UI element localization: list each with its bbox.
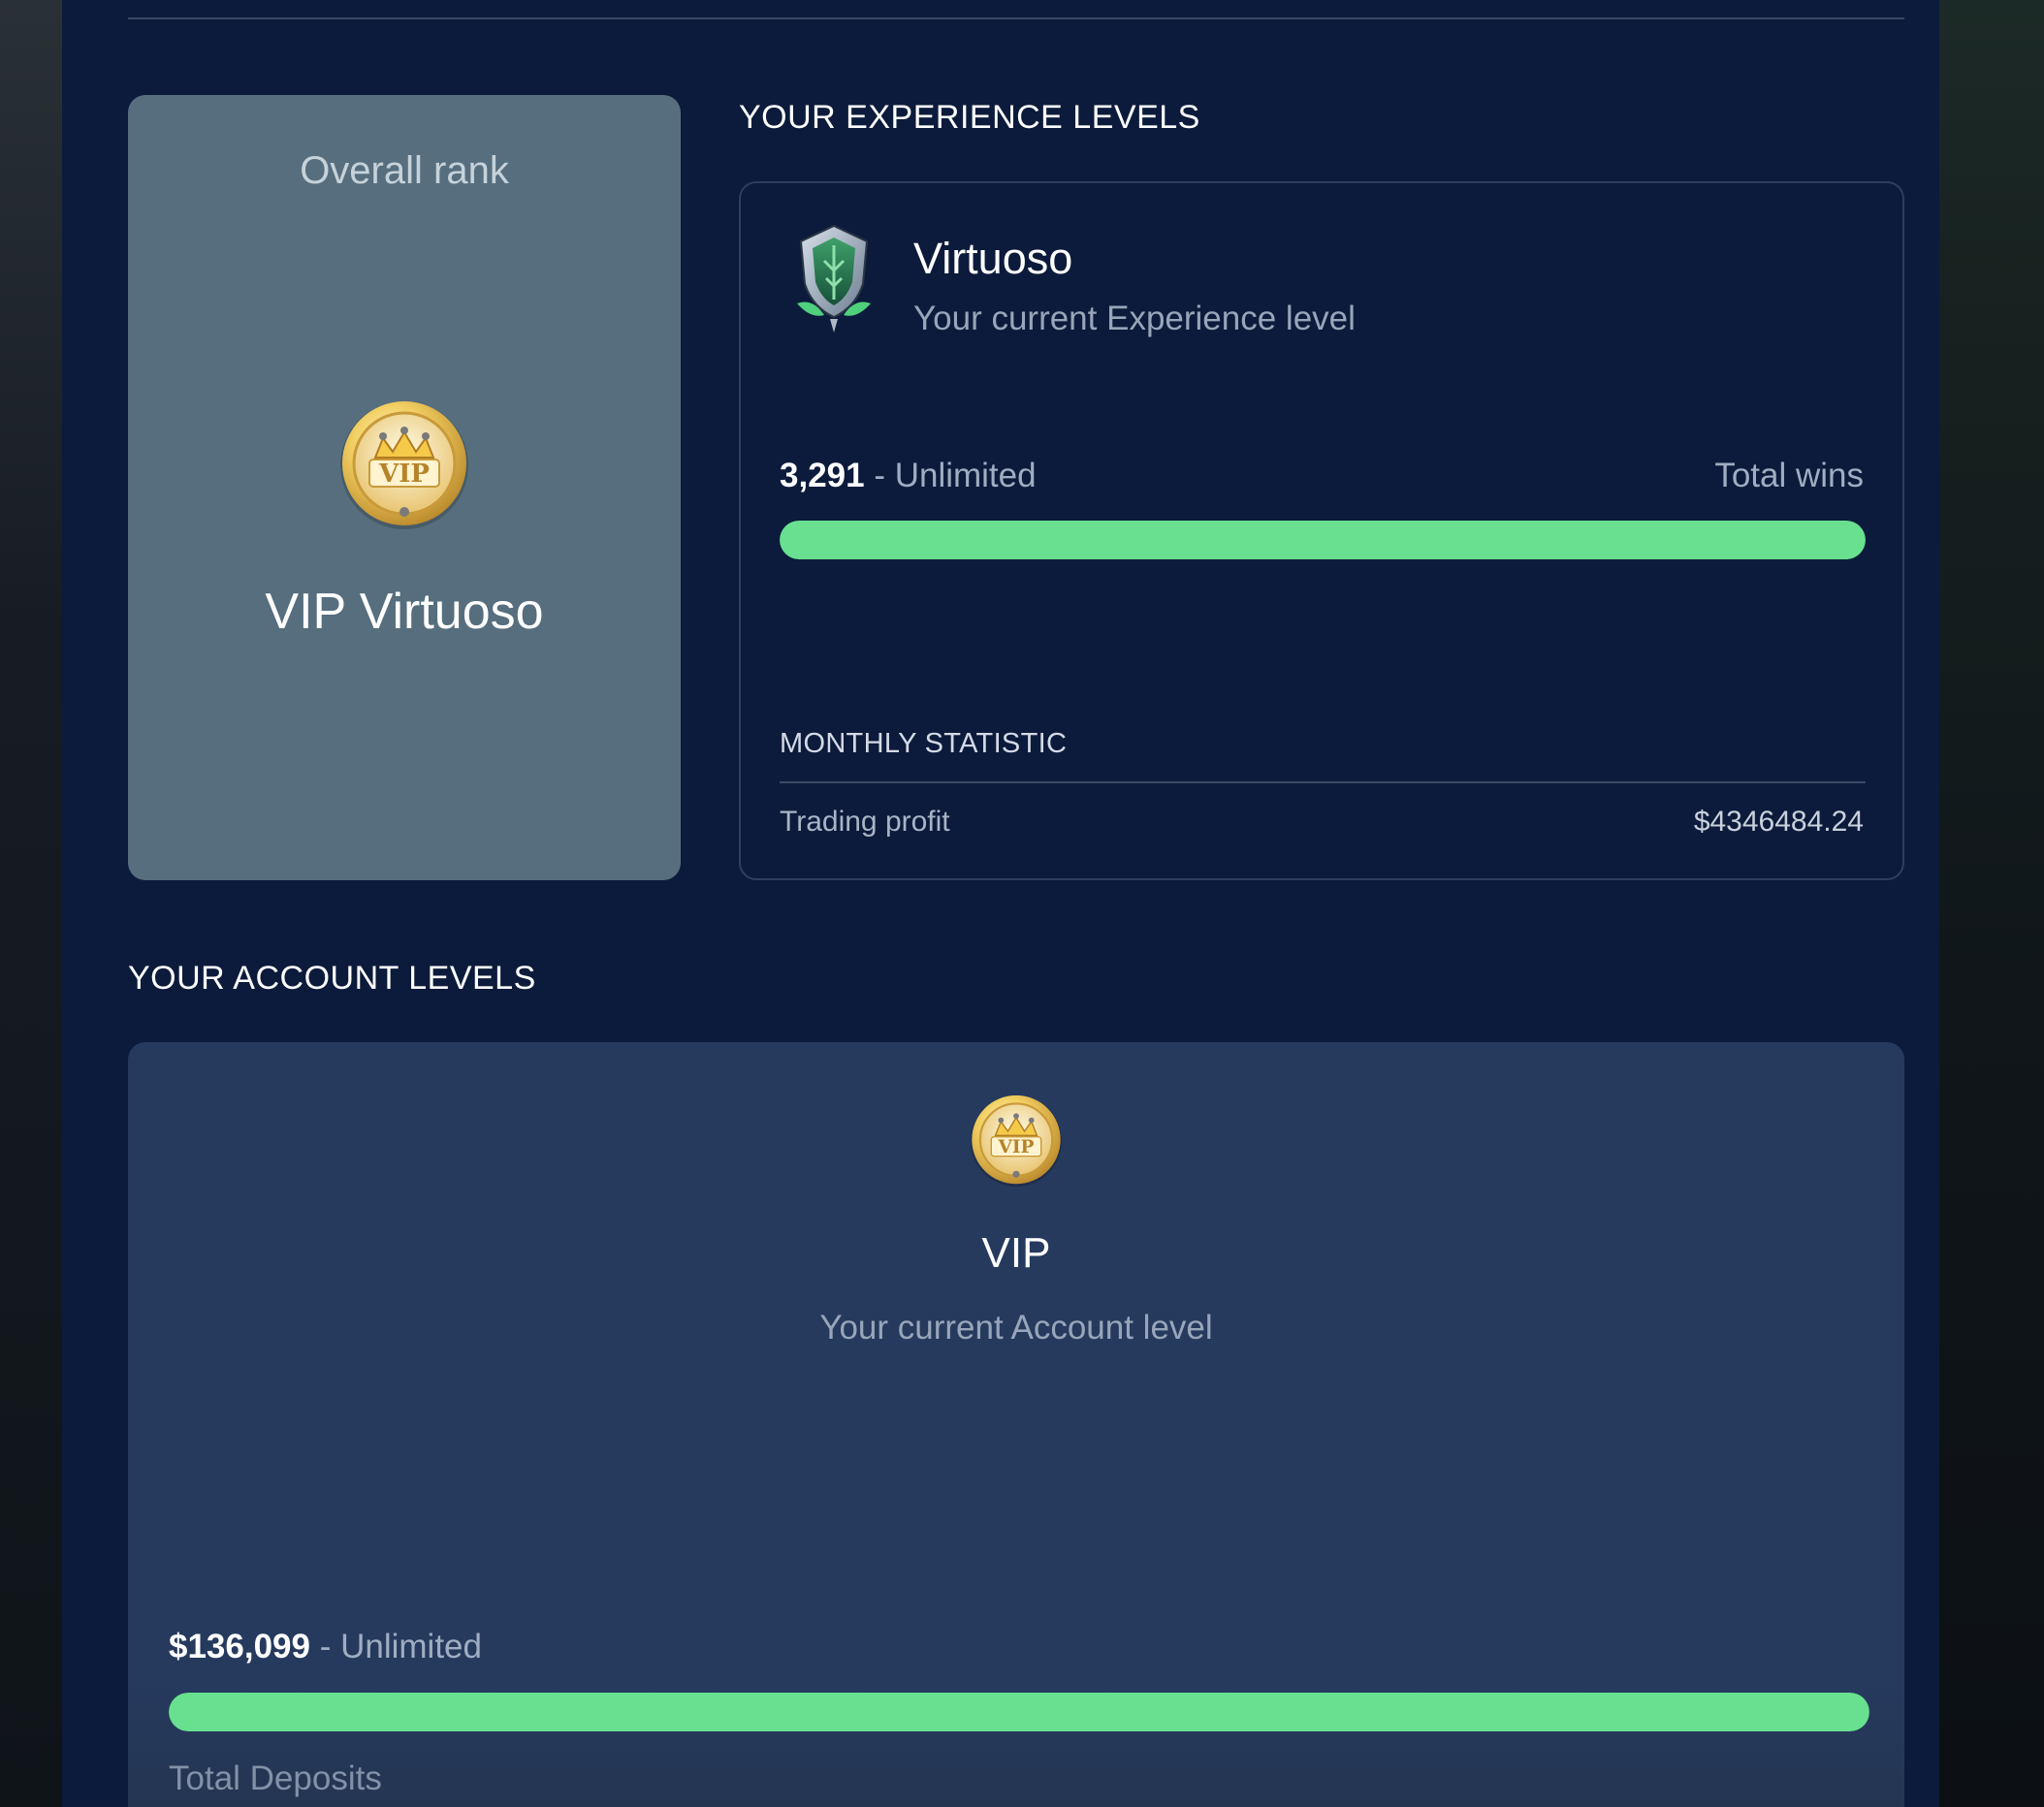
experience-progress-value: 3,291 - Unlimited — [780, 457, 1037, 495]
account-range-limit: Unlimited — [340, 1628, 482, 1665]
experience-levels-heading: YOUR EXPERIENCE LEVELS — [739, 99, 1200, 136]
levels-page: Overall rank VIP VIP Virtuoso YOUR EXPER… — [62, 0, 1939, 1807]
trading-profit-label: Trading profit — [780, 806, 950, 838]
experience-level-card: Virtuoso Your current Experience level 3… — [739, 181, 1904, 880]
overall-rank-title: Overall rank — [300, 149, 509, 192]
account-progress-value: $136,099 - Unlimited — [169, 1628, 482, 1666]
background-right-edge — [1939, 0, 2044, 1807]
account-metric-label: Total Deposits — [169, 1759, 382, 1797]
monthly-statistic-divider — [780, 781, 1866, 783]
experience-level-name: Virtuoso — [913, 234, 1073, 283]
overall-rank-card: Overall rank VIP VIP Virtuoso — [128, 95, 681, 880]
background-left-edge — [0, 0, 62, 1807]
vip-badge-icon: VIP — [970, 1094, 1063, 1188]
account-level-card: VIP VIP Your current Account level $136,… — [128, 1042, 1904, 1807]
svg-text:VIP: VIP — [378, 460, 430, 489]
experience-level-subtitle: Your current Experience level — [913, 300, 1356, 337]
account-level-name: VIP — [981, 1229, 1051, 1277]
trading-profit-value: $4346484.24 — [1693, 806, 1864, 838]
account-levels-heading: YOUR ACCOUNT LEVELS — [128, 960, 536, 997]
experience-current-value: 3,291 — [780, 457, 865, 494]
monthly-statistic-heading: MONTHLY STATISTIC — [780, 728, 1068, 759]
shield-badge-icon — [797, 224, 871, 333]
svg-text:VIP: VIP — [997, 1137, 1034, 1157]
experience-progress-bar — [780, 521, 1866, 559]
top-divider — [128, 17, 1904, 19]
experience-range-separator: - — [864, 457, 895, 494]
account-current-value: $136,099 — [169, 1628, 310, 1665]
overall-rank-name: VIP Virtuoso — [265, 584, 544, 640]
experience-metric-label: Total wins — [1714, 457, 1864, 494]
account-progress-bar — [169, 1693, 1869, 1731]
account-progress-fill — [169, 1693, 1869, 1731]
account-range-separator: - — [309, 1628, 341, 1665]
experience-range-limit: Unlimited — [894, 457, 1037, 494]
experience-progress-fill — [780, 521, 1866, 559]
account-level-subtitle: Your current Account level — [819, 1309, 1213, 1347]
vip-badge-icon: VIP — [340, 401, 468, 529]
